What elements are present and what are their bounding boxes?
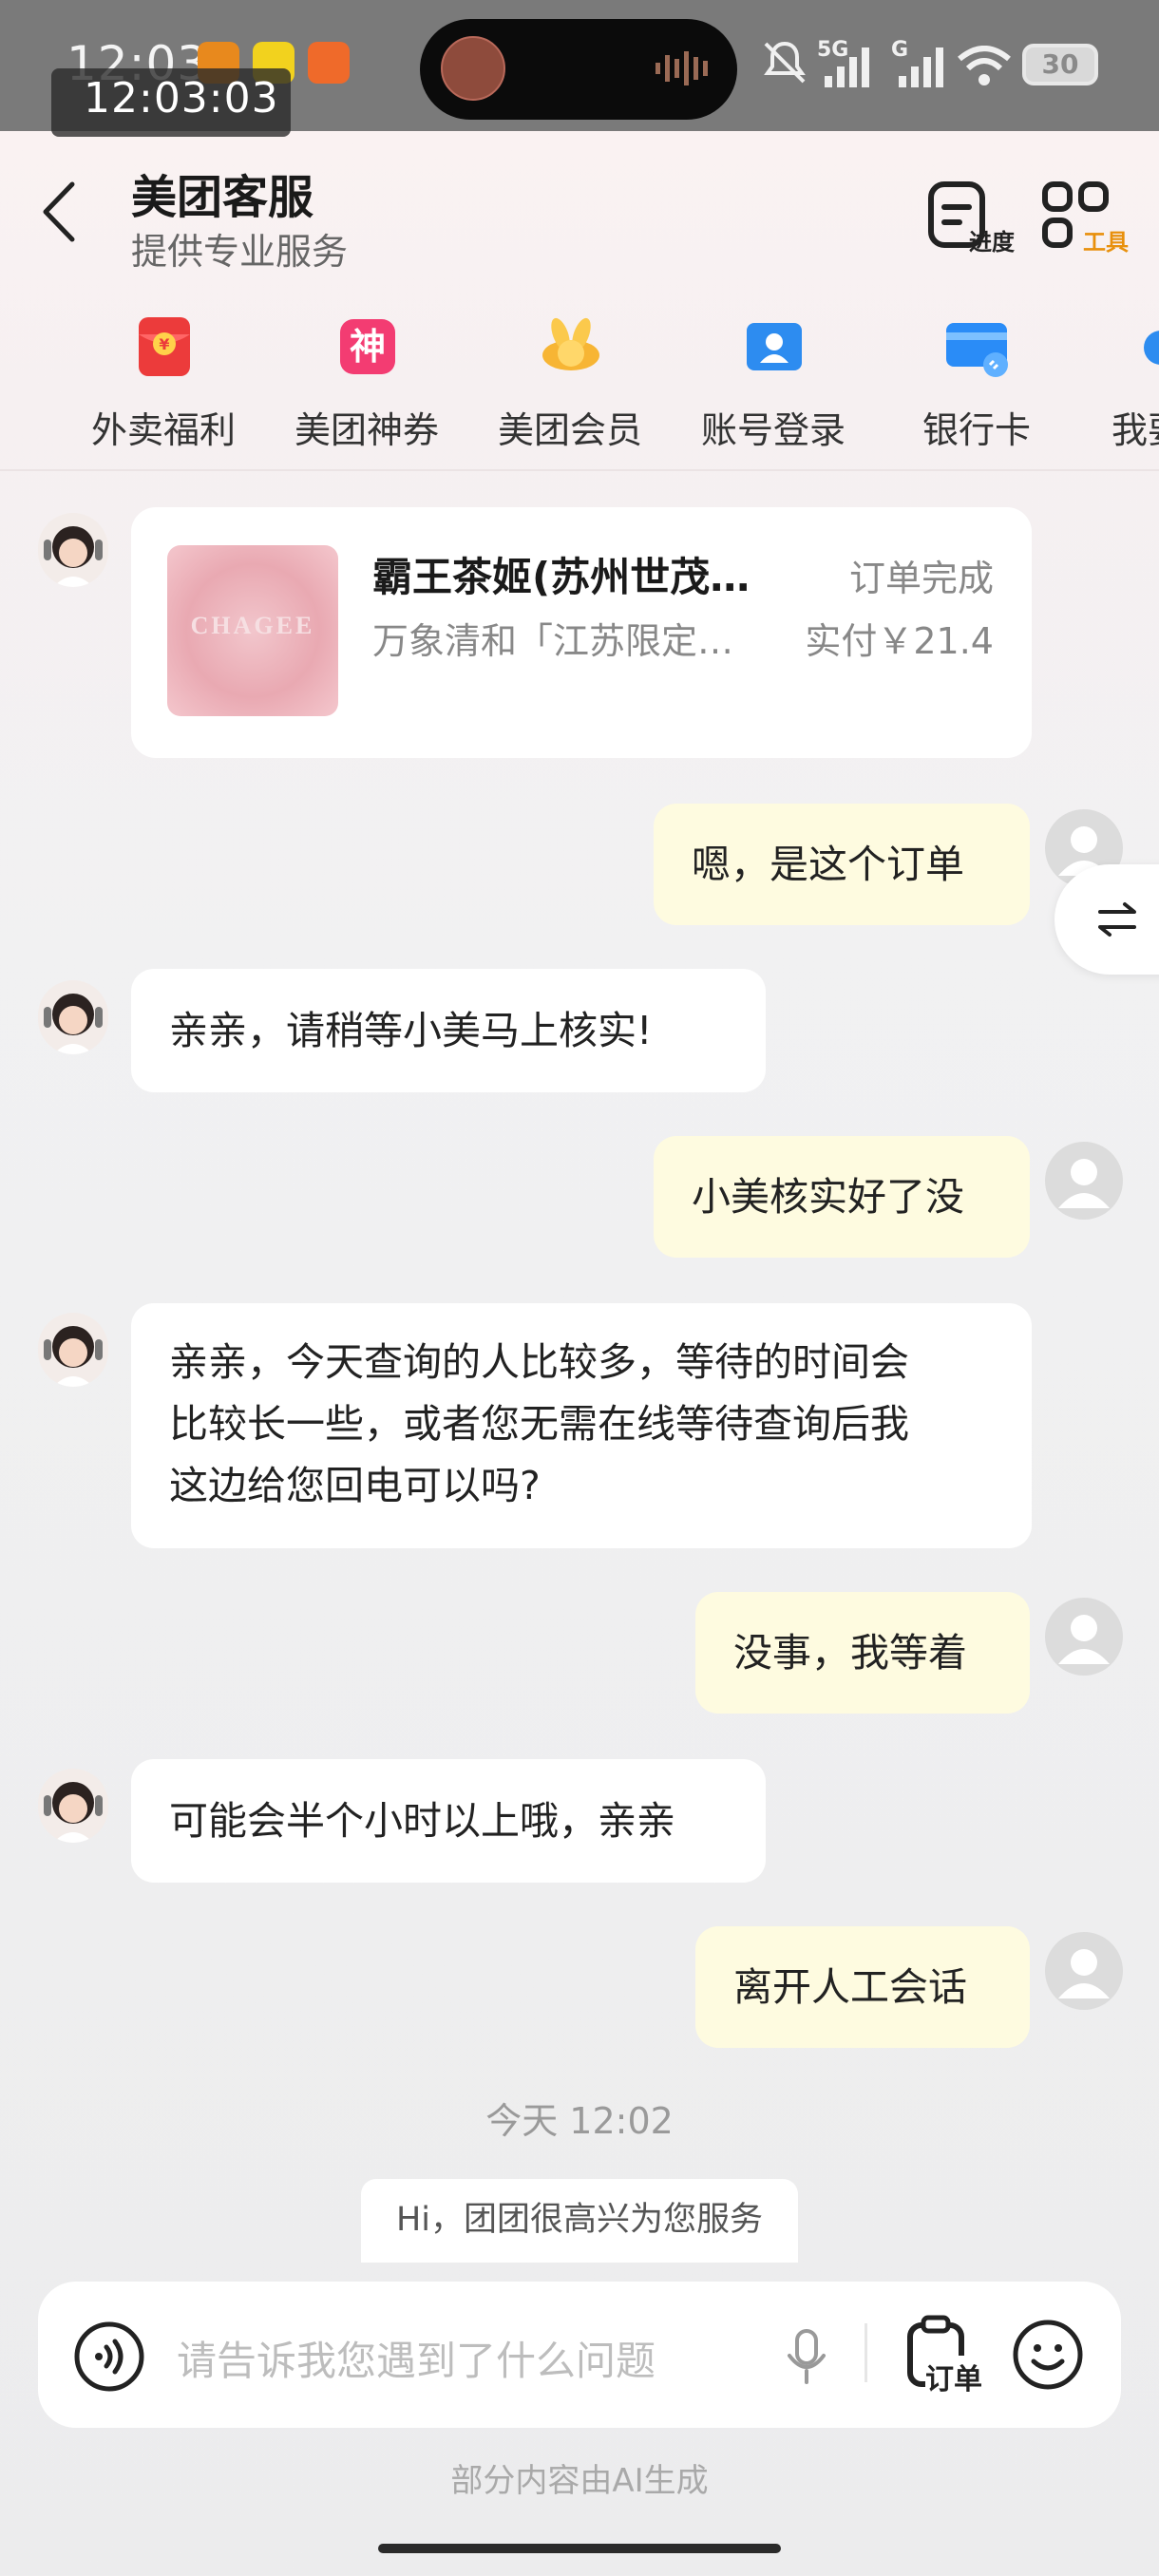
order-button-label: 订单: [925, 2356, 982, 2397]
agent-message: 亲亲，今天查询的人比较多，等待的时间会 比较长一些，或者您无需在线等待查询后我 …: [131, 1303, 1032, 1548]
input-separator: [864, 2323, 867, 2382]
swap-arrows-icon: [1098, 902, 1136, 937]
order-shop-name: 霸王茶姬(苏州世茂…: [372, 554, 750, 600]
shortcut-label: 美团神券: [294, 409, 439, 451]
user-message: 离开人工会话: [695, 1926, 1030, 2048]
coupon-glyph: 神: [349, 326, 386, 368]
red-envelope-icon: ¥: [139, 317, 190, 376]
page-subtitle: 提供专业服务: [131, 231, 349, 273]
agent-message: 可能会半个小时以上哦，亲亲: [131, 1759, 766, 1883]
agent-avatar: [38, 980, 108, 1054]
shortcut-waimai-welfare[interactable]: ¥ 外卖福利: [68, 310, 258, 452]
audio-wave-icon: [656, 51, 708, 85]
order-status: 订单完成: [848, 558, 994, 599]
agent-avatar: [38, 513, 108, 587]
user-avatar: [1045, 1142, 1123, 1220]
voice-mode-icon[interactable]: [72, 2320, 146, 2394]
wifi-icon: [958, 46, 1011, 85]
signal-icon: [899, 47, 943, 87]
back-icon[interactable]: [38, 179, 82, 245]
shortcut-account-login[interactable]: 账号登录: [678, 310, 868, 452]
tools-label: 工具: [1083, 229, 1129, 256]
user-avatar: [1045, 1932, 1123, 2010]
shortcut-label: 我要: [1112, 409, 1159, 451]
tools-button[interactable]: 工具: [1041, 180, 1129, 256]
agent-message-line: 这边给您回电可以吗?: [169, 1463, 541, 1508]
page-title: 美团客服: [131, 171, 314, 224]
shortcut-label: 账号登录: [700, 409, 846, 451]
battery-icon: 30: [1022, 44, 1098, 85]
system-greeting: Hi，团团很高兴为您服务: [361, 2179, 798, 2263]
emoji-icon[interactable]: [1011, 2318, 1085, 2392]
overlay-time: 12:03:03: [84, 74, 279, 123]
app-notification-icon: [308, 42, 350, 84]
shortcut-more[interactable]: 我要: [1085, 310, 1159, 452]
order-button[interactable]: 订单: [904, 2314, 1009, 2397]
home-indicator[interactable]: [378, 2544, 781, 2553]
battery-level: 30: [1041, 48, 1079, 80]
member-mascot-icon: [542, 317, 599, 370]
user-avatar: [1045, 1598, 1123, 1676]
shortcut-meituan-member[interactable]: 美团会员: [475, 310, 665, 452]
signal-icon: [825, 47, 869, 87]
divider: [0, 469, 1159, 471]
microphone-icon[interactable]: [785, 2327, 828, 2388]
order-item: 万象清和「江苏限定…: [372, 620, 734, 662]
order-thumbnail[interactable]: CHAGEE: [167, 545, 338, 716]
user-message: 没事，我等着: [695, 1592, 1030, 1714]
agent-avatar: [38, 1313, 108, 1387]
user-message: 小美核实好了没: [654, 1136, 1030, 1258]
user-message: 嗯，是这个订单: [654, 804, 1030, 925]
shortcut-bank-card[interactable]: 银行卡: [882, 310, 1072, 452]
order-paid: 实付￥21.4: [805, 620, 994, 662]
shortcut-label: 银行卡: [922, 409, 1031, 451]
shortcut-label: 美团会员: [497, 409, 642, 451]
progress-button[interactable]: 进度: [927, 180, 1015, 256]
ai-disclaimer: 部分内容由AI生成: [450, 2462, 709, 2500]
more-icon: [1144, 331, 1159, 365]
media-thumbnail[interactable]: [441, 36, 505, 101]
svg-text:¥: ¥: [159, 335, 169, 353]
agent-message-line: 比较长一些，或者您无需在线等待查询后我: [169, 1401, 909, 1447]
shortcut-label: 外卖福利: [90, 409, 236, 451]
message-input[interactable]: 请告诉我您遇到了什么问题: [177, 2329, 656, 2387]
chat-timestamp: 今天 12:02: [485, 2100, 674, 2142]
agent-avatar: [38, 1769, 108, 1843]
agent-message-line: 亲亲，今天查询的人比较多，等待的时间会: [169, 1339, 909, 1385]
bank-card-icon: [946, 323, 1008, 377]
account-icon: [747, 323, 802, 370]
shortcut-meituan-coupon[interactable]: 神 美团神券: [272, 310, 462, 452]
brand-logo-text: CHAGEE: [190, 612, 315, 639]
mute-icon: [764, 41, 806, 84]
agent-message: 亲亲，请稍等小美马上核实!: [131, 969, 766, 1092]
switch-button[interactable]: [1054, 864, 1159, 975]
progress-label: 进度: [969, 229, 1015, 256]
